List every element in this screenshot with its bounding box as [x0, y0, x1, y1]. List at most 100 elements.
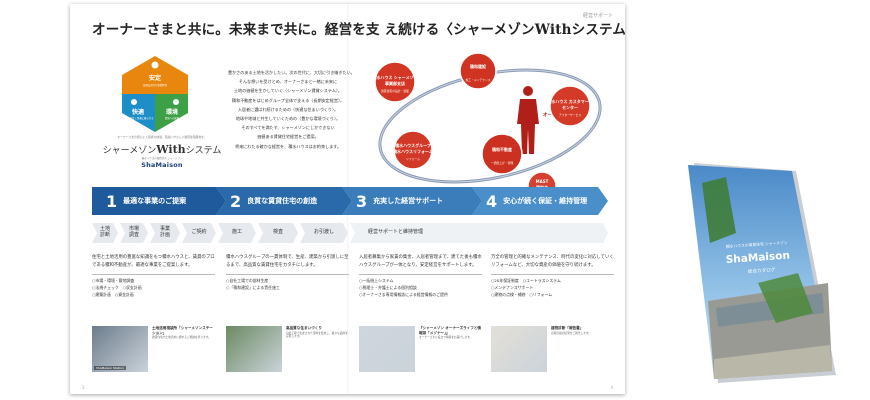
step-column-4: 万全の管理と的確なメンテナンス、時代の変化に対応していくリフォームなど、大切な資…	[491, 254, 614, 384]
bullet-item: ○建物の点検・補修 ○リフォーム	[491, 292, 553, 298]
column-bullets: ○一括借上システム ○税理士・弁護士による個別相談 ○オーナーさま専用情報誌による経…	[359, 274, 482, 298]
process-tag: 検査	[258, 223, 298, 243]
step-number: 2	[230, 191, 242, 211]
column-photo	[359, 326, 415, 372]
process-tag: 施工	[218, 223, 256, 243]
name-with: With	[156, 143, 186, 156]
caption-title: 高品質な住まいづくり	[286, 326, 322, 330]
bullet-item: ○自社工場での部材生産	[226, 278, 269, 284]
group-node-title: 積水ハウスグループ	[394, 142, 432, 148]
process-tag: 経営サポートと維持管理	[350, 223, 608, 243]
bullet-item: ○オーナーさま専用情報誌による経営情報のご提供	[359, 292, 448, 298]
intro-line: 豊かさのある土地を活かしたい。次の世代に、大切に引き継ぎたい。	[228, 70, 355, 75]
intro-line: そんな想いを受けとめ、オーナーさまと一緒に未来に	[238, 79, 338, 85]
process-tag: 土地 診断	[92, 223, 118, 243]
process-tag: 事業 計画	[150, 223, 180, 243]
hex-sub-environment: 環境への配慮	[165, 116, 180, 120]
column-photos: 建物診断「報告書」 定期点検の結果をご報告します。	[491, 326, 614, 372]
caption-body: 賃貸住宅や土地活用に関するご相談を承ります。	[152, 335, 211, 340]
hex-label-environment: 環境	[166, 108, 178, 116]
group-node-circle	[459, 52, 497, 90]
photo-caption: 建物診断「報告書」 定期点検の結果をご報告します。	[551, 326, 614, 372]
hex-label-comfort: 快適	[131, 108, 145, 116]
group-node-title: 積水ハウス カスタマーズ	[546, 98, 592, 104]
group-node-note: 施工・メンテナンス	[465, 78, 490, 82]
intro-line: 積和不動産をはじめグループ全体で支える〈長期安定経営〉。	[231, 97, 345, 103]
column-photos: 『シャーメゾン オーナーズライフと情報誌「メゾナー」』 オーナーさまに役立つ情報を…	[359, 326, 482, 372]
intro-line: 価値ある賃貸住宅経営をご提案。	[257, 134, 319, 140]
step-4: 4 安心が続く保証・維持管理	[472, 187, 608, 215]
brochure-spread: 経営サポート オーナーさまと共に。未来まで共に。経営を支 え続ける〈シャーメゾン…	[70, 4, 625, 394]
column-body: 万全の管理と的確なメンテナンス、時代の変化に対応していくリフォームなど、大切な資…	[491, 255, 614, 268]
intro-line: 地球や地域と共生していくための〈豊かな環境づくり〉。	[235, 116, 341, 122]
brochure-cover: 積水ハウスの賃貸住宅 シャーメゾン ShaMaison 総合カタログ	[688, 163, 836, 383]
hex-sub-comfort: 入居者が長く快適に暮らせる	[122, 116, 154, 120]
shamaison-logo: ShaMaison	[141, 161, 183, 169]
photo-caption: 高品質な住まいづくり 自社工場で生産された部材を使用し、確かな品質を実現します。	[286, 326, 349, 372]
step-column-3: 入居者募集から家賃の集金、入居者管理まで、建てた後も積水ハウスグループが一体とな…	[359, 254, 482, 384]
intro-line: 将来にわたる確かな経営を、積水ハウスはお約束します。	[234, 143, 342, 149]
photo-caption: 土地活用相談所「シャーメゾンステーション」 賃貸住宅や土地活用に関するご相談を承り…	[152, 326, 215, 372]
service-steps: 1 最適な事業のご提案 2 良質な賃貸住宅の創造 3 充実した経営サポート 4 安心が続く保証…	[92, 187, 608, 215]
group-support-diagram: オーナーさま 積水ハウス シャーメゾン事業部支店賃貸住宅の設計・建築積和建設施工…	[365, 44, 615, 209]
name-suffix: システム	[185, 146, 222, 156]
bullet-item: ○「積和建設」による責任施工	[226, 285, 280, 291]
person-icon	[131, 99, 137, 105]
caption-body: オーナーさまに役立つ情報をお届けします。	[419, 335, 473, 340]
column-body: 住宅と土地活用の豊富な知識をもつ積水ハウスと、賃貸のプロである積和不動産が、最適…	[92, 255, 215, 268]
group-node-sub: 事業部支店	[385, 80, 405, 86]
intro-line: 土地の価値を生かしていく〈シャーメゾン賃貸システム〉。	[233, 88, 343, 94]
column-bullets: ○自社工場での部材生産 ○「積和建設」による責任施工	[226, 274, 349, 292]
hex-sub-stable: 長期安定的な事業経営	[143, 83, 168, 87]
intro-line: そのすべてを満たす、シャーメゾンにしかできない	[241, 125, 335, 131]
group-node: 積水ハウスグループ積水ハウスリフォームリフォーム	[392, 130, 433, 170]
owner-figure-icon	[517, 86, 539, 154]
intro-line: 入居者に選ばれ続けるための〈快適な住まいづくり〉。	[237, 106, 339, 112]
group-node-sub: 積水ハウスリフォーム	[392, 148, 433, 154]
house-icon	[151, 61, 159, 69]
step-label: 安心が続く保証・維持管理	[503, 196, 588, 205]
step-1: 1 最適な事業のご提案	[92, 187, 226, 215]
column-photos: ShaMaison Station 土地活用相談所「シャーメゾンステーション」 賃貸…	[92, 326, 215, 372]
with-system-name: シャーメゾンWithシステム	[102, 143, 222, 156]
group-node-circle	[481, 133, 523, 175]
step-number: 3	[356, 191, 368, 211]
caption-title: 土地活用相談所「シャーメゾンステーション」	[152, 326, 213, 335]
column-photos: 高品質な住まいづくり 自社工場で生産された部材を使用し、確かな品質を実現します。	[226, 326, 349, 372]
bullet-item: ○一括借上システム	[359, 278, 394, 284]
group-node-sub: センター	[562, 104, 578, 110]
group-node-note: アフターサービス	[559, 113, 582, 117]
step-column-2: 積水ハウスグループの一貫体制で、生産、建築から引渡しに至るまで、高品質な賃貸住宅…	[226, 254, 349, 384]
group-node-title: MAST	[536, 179, 549, 184]
photo-label: ShaMaison Station	[94, 366, 126, 370]
bullet-item: ○メンテナンスサポート	[491, 285, 534, 291]
caption-body: 自社工場で生産された部材を使用し、確かな品質を実現します。	[286, 330, 348, 339]
with-system-hexagon: 安定 長期安定的な事業経営 快適 入居者が長く快適に暮らせる 環境 環境への配慮	[122, 56, 188, 132]
caption-title: 『シャーメゾン オーナーズライフと情報誌「メゾナー」』	[419, 326, 482, 335]
step-3: 3 充実した経営サポート	[342, 187, 482, 215]
bullet-item: ○20年保証制度 ○ユートラスシステム	[491, 278, 561, 284]
step-2: 2 良質な賃貸住宅の創造	[216, 187, 352, 215]
group-node: 積水ハウス シャーメゾン事業部支店賃貸住宅の設計・建築	[371, 61, 418, 103]
caption-body: 定期点検の結果をご報告します。	[551, 330, 592, 335]
process-tag: 市場 調査	[120, 223, 148, 243]
group-node: 積和不動産一括借上げ・管理	[481, 133, 523, 175]
step-number: 1	[106, 191, 118, 211]
column-body: 入居者募集から家賃の集金、入居者管理まで、建てた後も積水ハウスグループが一体とな…	[359, 255, 482, 268]
process-tags: 土地 診断 市場 調査 事業 計画 ご契約 施工 検査 お引渡し 経営サポートと維持管理	[92, 223, 608, 243]
bullet-item: ○税理士・弁護士による個別相談	[359, 285, 417, 291]
photo-caption: 『シャーメゾン オーナーズライフと情報誌「メゾナー」』 オーナーさまに役立つ情報を…	[419, 326, 482, 372]
column-bullets: ○20年保証制度 ○ユートラスシステム ○メンテナンスサポート ○建物の点検・補修 …	[491, 274, 614, 298]
group-node-note: 一括借上げ・管理	[491, 161, 514, 165]
group-node: 積和建設施工・メンテナンス	[459, 52, 497, 90]
page-number-left: 3	[82, 385, 85, 390]
column-photo	[491, 326, 547, 372]
step-label: 最適な事業のご提案	[123, 196, 187, 205]
step-column-1: 住宅と土地活用の豊富な知識をもつ積水ハウスと、賃貸のプロである積和不動産が、最適…	[92, 254, 215, 384]
process-tag: お引渡し	[300, 223, 348, 243]
intro-text: 豊かさのある土地を活かしたい。次の世代に、大切に引き継ぎたい。そんな想いを受けと…	[228, 68, 355, 151]
column-photo	[226, 326, 282, 372]
headline: オーナーさまと共に。未来まで共に。経営を支 え続ける〈シャーメゾンWithシステ…	[92, 22, 625, 38]
group-node-title: 積和建設	[469, 63, 487, 69]
hexagon-caption: オーナーさまの安心と入居者の快適、環境にやさしい賃貸住宅経営を。	[117, 135, 207, 139]
